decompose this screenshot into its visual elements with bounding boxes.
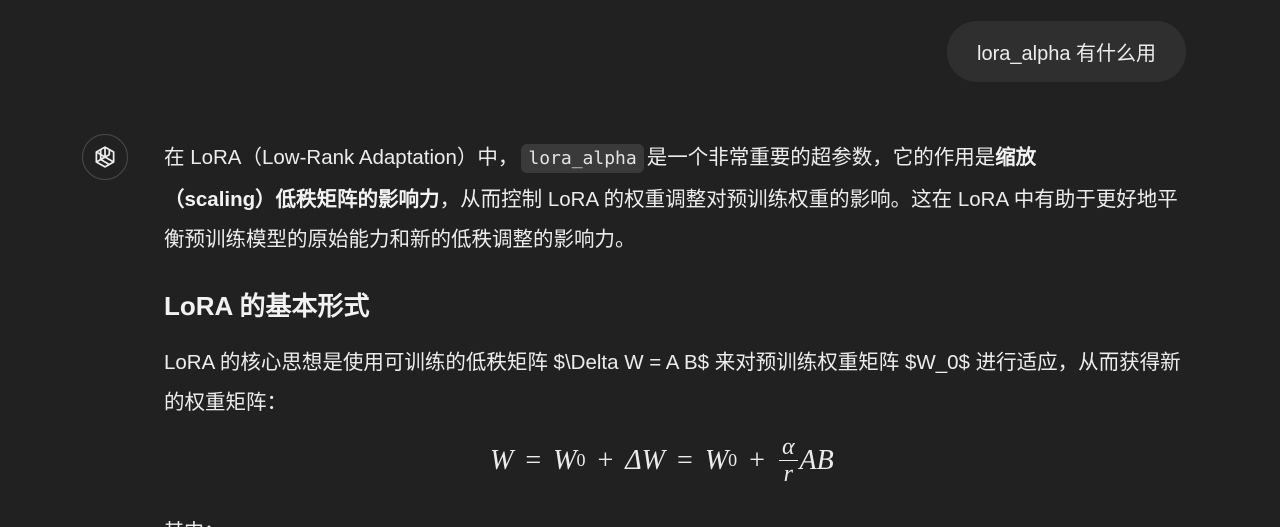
formula-sub0b: 0 xyxy=(728,450,738,470)
section-heading: LoRA 的基本形式 xyxy=(164,290,370,321)
cutoff-text: 其中： xyxy=(164,515,224,527)
formula-sub0: 0 xyxy=(576,450,586,470)
formula-plus: + xyxy=(597,444,614,476)
formula-plus2: + xyxy=(749,444,765,476)
formula-ab: AB xyxy=(799,444,834,476)
formula-r: r xyxy=(783,461,793,487)
assistant-response: 在 LoRA（Low-Rank Adaptation）中， lora_alpha 是… xyxy=(164,138,1194,424)
para1-text-2: 是一个非常重要的超参数，它的作用是 xyxy=(646,146,996,169)
inline-code: lora_alpha xyxy=(521,144,644,173)
para1-bold-1: 缩放 xyxy=(995,146,1037,169)
response-paragraph-2: LoRA 的核心思想是使用可训练的低秩矩阵 $\Delta W = A B$ 来… xyxy=(164,350,1181,415)
formula-alpha: α xyxy=(778,434,798,461)
user-message-text: lora_alpha 有什么用 xyxy=(977,43,1156,65)
response-paragraph-1: 在 LoRA（Low-Rank Adaptation）中， lora_alpha 是… xyxy=(164,138,1194,261)
para1-bold-2: （scaling）低秩矩阵的影响力 xyxy=(164,187,440,211)
math-formula: W = W0 + ΔW = W0 + α r AB xyxy=(490,434,834,487)
openai-logo-icon xyxy=(95,146,115,168)
formula-fraction: α r xyxy=(778,434,798,487)
formula-eq: = xyxy=(525,444,542,476)
formula-w: W xyxy=(490,444,514,476)
formula-eq2: = xyxy=(677,444,693,476)
formula-delta-w: ΔW xyxy=(625,444,666,476)
chat-page: lora_alpha 有什么用 在 LoRA（Low-Rank Adaptati… xyxy=(0,0,1280,527)
user-message-bubble: lora_alpha 有什么用 xyxy=(947,21,1186,82)
para1-text-1: 在 LoRA（Low-Rank Adaptation）中， xyxy=(164,146,519,169)
formula-w0b: W xyxy=(704,444,729,476)
formula-w0: W xyxy=(553,444,577,476)
assistant-avatar xyxy=(82,134,128,180)
